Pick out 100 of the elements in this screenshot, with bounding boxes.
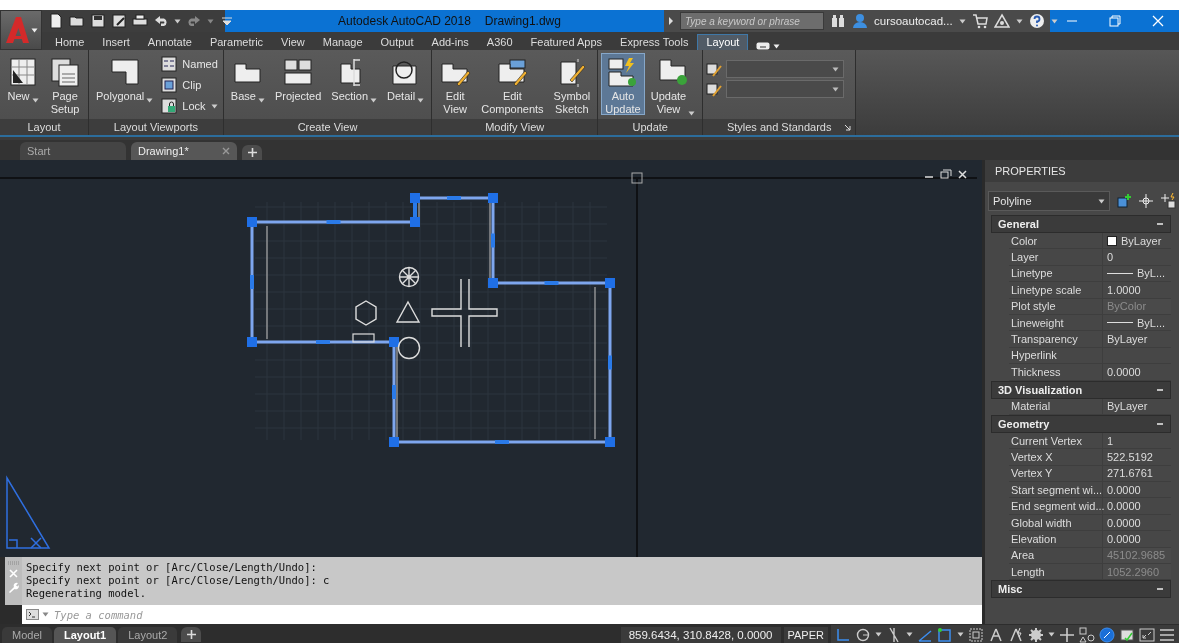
caret-icon[interactable] [832, 66, 840, 72]
caret-icon[interactable] [257, 98, 265, 103]
space-toggle-button[interactable]: PAPER [783, 626, 828, 643]
annotation-visibility-icon[interactable] [1008, 626, 1024, 643]
caret-icon[interactable] [832, 86, 840, 92]
property-value[interactable]: 0.0000 [1107, 483, 1141, 496]
minimize-icon[interactable] [924, 176, 934, 178]
grip[interactable] [605, 278, 615, 288]
grip[interactable] [247, 337, 257, 347]
caret-icon[interactable] [1098, 198, 1105, 204]
ribbon-small-button[interactable]: Lock [159, 97, 220, 115]
collapse-icon[interactable] [1156, 220, 1164, 228]
viewport-icon[interactable] [968, 626, 984, 643]
property-value[interactable]: 0.0000 [1107, 532, 1141, 545]
property-value[interactable]: 0.0000 [1107, 516, 1141, 529]
ribbon-button[interactable]: Page Setup [45, 53, 85, 115]
plus-icon[interactable] [1059, 626, 1075, 643]
grip[interactable] [488, 278, 498, 288]
property-value[interactable]: ByLayer [1121, 234, 1162, 247]
property-value[interactable]: ByLayer [1107, 333, 1148, 346]
cart-icon[interactable] [971, 13, 988, 29]
hardware-acceleration-icon[interactable] [1099, 626, 1115, 643]
open-folder-icon[interactable] [69, 13, 85, 29]
menu-icon[interactable] [1159, 626, 1175, 643]
ribbon-button[interactable]: New [3, 53, 43, 115]
midpoint-grip[interactable] [495, 440, 509, 444]
ribbon-tab[interactable]: Featured Apps [521, 34, 612, 50]
midpoint-grip[interactable] [326, 220, 341, 224]
ribbon-button[interactable]: Base [226, 53, 269, 115]
expand-icon[interactable] [668, 17, 674, 25]
midpoint-grip[interactable] [392, 385, 396, 399]
ribbon-tab[interactable]: A360 [477, 34, 522, 50]
caret-icon[interactable] [958, 18, 966, 24]
new-tab-button[interactable] [242, 145, 262, 160]
ribbon-tab[interactable]: Express Tools [611, 34, 698, 50]
gear-icon[interactable] [1028, 626, 1044, 643]
triangle-network-icon[interactable] [993, 13, 1010, 29]
panel-toggle-icon[interactable] [756, 42, 771, 50]
ribbon-button[interactable]: Symbol Sketch [549, 53, 595, 115]
ribbon-button[interactable]: Update View [646, 53, 700, 115]
caret-icon[interactable] [370, 98, 378, 103]
help-icon[interactable] [1028, 13, 1045, 29]
caret-icon[interactable] [146, 98, 154, 103]
viewport-corner-grip[interactable] [631, 172, 643, 184]
save-as-icon[interactable] [111, 13, 127, 29]
midpoint-grip[interactable] [608, 355, 612, 370]
midpoint-grip[interactable] [544, 281, 559, 285]
ribbon-tab[interactable]: Home [46, 34, 94, 50]
grip[interactable] [410, 217, 420, 227]
ribbon-small-button[interactable]: Named [159, 55, 220, 73]
isolate-objects-icon[interactable] [1079, 626, 1095, 643]
binoculars-icon[interactable] [830, 13, 846, 29]
property-value[interactable]: ByL... [1137, 267, 1166, 280]
fullscreen-icon[interactable] [1139, 626, 1155, 643]
snap-square-icon[interactable] [937, 626, 953, 643]
caret-icon[interactable] [875, 632, 882, 637]
ribbon-button[interactable]: Projected [270, 53, 326, 115]
midpoint-grip[interactable] [413, 203, 417, 217]
clean-screen-icon[interactable] [1119, 626, 1135, 643]
ribbon-button[interactable]: Edit Components [477, 53, 548, 115]
space-tab[interactable]: Model [2, 626, 52, 643]
grip[interactable] [605, 437, 615, 447]
search-field[interactable]: Type a keyword or phrase [680, 12, 824, 30]
polar-circle-icon[interactable] [855, 626, 871, 643]
crosshair-icon[interactable] [1138, 193, 1154, 209]
property-value[interactable]: 1 [1107, 434, 1114, 447]
grip[interactable] [247, 217, 257, 227]
ribbon-tab[interactable]: View [272, 34, 314, 50]
crossed-lines-icon[interactable] [886, 626, 902, 643]
ribbon-tab[interactable]: Annotate [138, 34, 201, 50]
restore-icon[interactable] [940, 169, 952, 179]
quick-select-icon[interactable] [1160, 193, 1176, 209]
property-value[interactable]: 0 [1107, 251, 1114, 264]
section-header[interactable]: Geometry [991, 414, 1171, 433]
property-value[interactable]: 522.5192 [1107, 451, 1153, 463]
launcher-arrow-icon[interactable] [844, 124, 852, 131]
annotation-scale-icon[interactable] [988, 626, 1004, 643]
ribbon-button[interactable]: Polygonal [92, 53, 158, 115]
grip[interactable] [410, 193, 420, 203]
redo-icon[interactable] [186, 13, 202, 29]
object-type-dropdown[interactable]: Polyline [988, 191, 1110, 211]
user-name[interactable]: cursoautocad... [874, 15, 953, 27]
section-header[interactable]: General [991, 215, 1171, 233]
user-icon[interactable] [852, 13, 868, 29]
property-value[interactable]: 0.0000 [1107, 500, 1141, 513]
ribbon-button[interactable]: Auto Update [601, 53, 645, 115]
caret-icon[interactable] [906, 632, 913, 637]
grip[interactable] [389, 337, 399, 347]
ribbon-button[interactable]: Edit View [435, 53, 476, 115]
save-icon[interactable] [90, 13, 106, 29]
caret-icon[interactable] [957, 632, 964, 637]
ribbon-tab[interactable]: Add-ins [422, 34, 478, 50]
property-value[interactable]: 1.0000 [1107, 283, 1141, 296]
ribbon-tab[interactable]: Insert [93, 34, 139, 50]
ribbon-tab[interactable]: Manage [313, 34, 372, 50]
document-tab[interactable]: Drawing1* [131, 142, 237, 160]
new-file-icon[interactable] [48, 13, 64, 29]
section-header[interactable]: 3D Visualization [991, 380, 1171, 399]
midpoint-grip[interactable] [447, 196, 461, 200]
property-value[interactable]: ByL... [1137, 316, 1166, 329]
